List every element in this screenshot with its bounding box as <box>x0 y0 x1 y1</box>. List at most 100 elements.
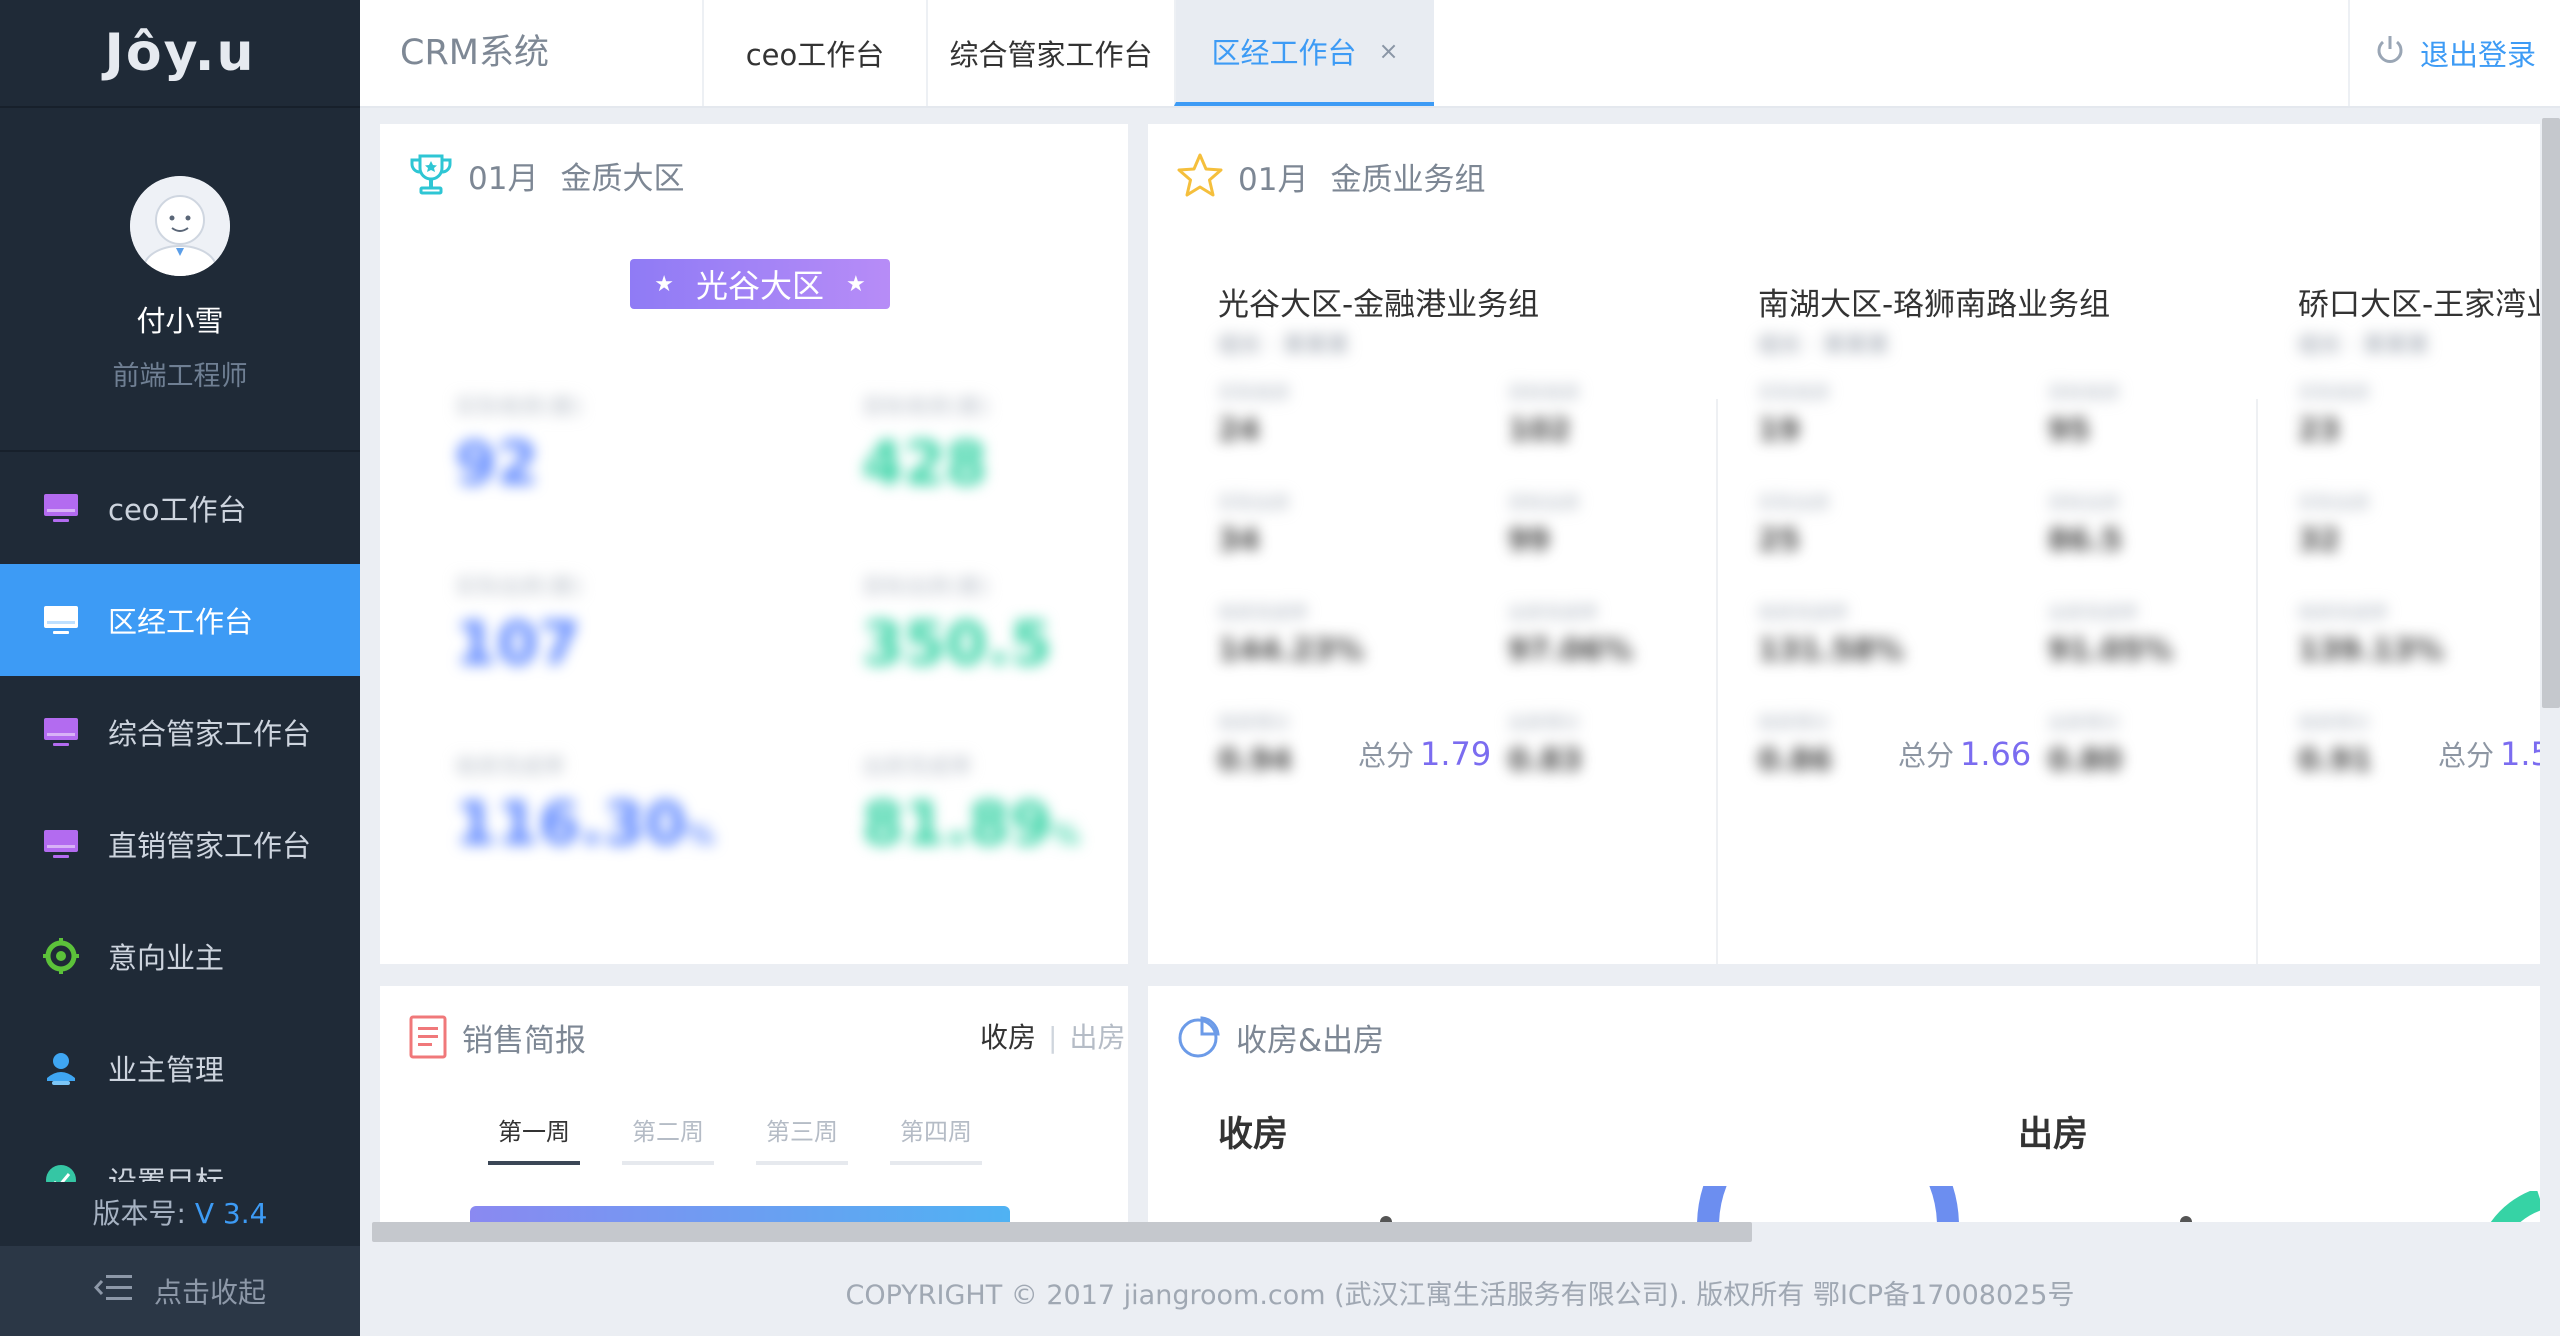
logout-label: 退出登录 <box>2419 38 2536 72</box>
group-cell: 收房完成率 144.23% <box>1218 599 1418 668</box>
rentout-section-title: 出房 <box>2018 1115 2089 1155</box>
card-title-text: 销售简报 <box>462 1022 586 1059</box>
sidebar-item-direct-butler[interactable]: 直销管家工作台 <box>0 788 360 900</box>
toggle-receive[interactable]: 收房 <box>980 1021 1036 1054</box>
tab-week-1[interactable]: 第一周 <box>488 1112 580 1165</box>
cell-label: 实际收房 <box>1758 383 1830 404</box>
group-total: 总分 1.79 <box>1358 734 1491 774</box>
cell-label: 出房得分 <box>2048 713 2120 734</box>
sidebar-item-label: 直销管家工作台 <box>108 829 312 863</box>
card-title: 销售简报 <box>408 1014 586 1060</box>
copyright-text: COPYRIGHT © 2017 jiangroom.com (武汉江寓生活服务… <box>845 1279 2075 1311</box>
stat-target-in: 目标收房(套) 428 <box>862 389 989 499</box>
sidebar-item-label: 设置目标 <box>108 1165 225 1182</box>
cell-label: 收房得分 <box>1758 713 1830 734</box>
user-avatar[interactable] <box>130 176 230 276</box>
cell-label: 收房完成率 <box>1758 603 1848 624</box>
cell-label: 出房完成率 <box>2048 603 2138 624</box>
sidebar-item-owner-manage[interactable]: 业主管理 <box>0 1012 360 1124</box>
stat-value: 81.89 <box>862 789 1052 859</box>
stat-label: 收房完成率 <box>455 755 566 780</box>
group-cell: 实际出房 32 <box>2298 489 2498 558</box>
card-title-text: 金质大区 <box>560 160 685 197</box>
tab-week-3[interactable]: 第三周 <box>756 1112 848 1165</box>
cell-value: 139.13% <box>2298 633 2444 668</box>
sidebar-item-district[interactable]: 区经工作台 <box>0 564 360 676</box>
close-icon[interactable]: × <box>1378 37 1398 65</box>
group-total: 总分 1.66 <box>1898 734 2031 774</box>
stat-actual-in: 实际收房(套) 92 <box>455 389 582 499</box>
sidebar-item-set-goal[interactable]: 设置目标 <box>0 1124 360 1182</box>
group-column: 光谷大区-金融港业务组 组长 · 某某某 实际收房 24 目标收房 102 实际出房… <box>1218 279 1758 778</box>
cell-value: 34 <box>1218 523 1260 558</box>
column-divider <box>2256 399 2258 964</box>
tab-general-butler[interactable]: 综合管家工作台 <box>926 0 1174 106</box>
sidebar-item-general-butler[interactable]: 综合管家工作台 <box>0 676 360 788</box>
sidebar: Jôy.u 付小雪 前端工程师 ceo工作台 区经工作台 综合管家工作台 直销管… <box>0 0 360 1336</box>
monitor-icon <box>42 713 80 751</box>
group-cell: 目标收房 95 <box>2048 379 2248 448</box>
group-cell: 实际出房 34 <box>1218 489 1418 558</box>
tab-week-2[interactable]: 第二周 <box>622 1112 714 1165</box>
app-logo[interactable]: Jôy.u <box>0 0 360 108</box>
group-cell: 实际收房 19 <box>1758 379 1958 448</box>
tab-label: 综合管家工作台 <box>949 38 1153 72</box>
group-name: 硚口大区-王家湾业务组 <box>2298 287 2540 323</box>
column-divider <box>1716 399 1718 964</box>
stat-actual-out: 实际出房(套) 107 <box>455 569 582 679</box>
group-column: 硚口大区-王家湾业务组 组长 · 某某某 实际收房 23 实际出房 32 收房完成率… <box>2298 279 2540 778</box>
stat-value: 350.5 <box>862 609 1052 679</box>
stat-unit: % <box>686 818 715 851</box>
cell-value: 102 <box>1508 413 1571 448</box>
sidebar-item-ceo[interactable]: ceo工作台 <box>0 452 360 564</box>
cell-label: 收房完成率 <box>1218 603 1308 624</box>
gold-group-card: 01月 金质业务组 光谷大区-金融港业务组 组长 · 某某某 实际收房 24 目标… <box>1148 124 2540 964</box>
cell-label: 实际出房 <box>1758 493 1830 514</box>
stat-label: 目标收房(套) <box>862 395 990 420</box>
cell-label: 收房得分 <box>2298 713 2370 734</box>
horizontal-scrollbar[interactable] <box>372 1222 1752 1242</box>
stat-label: 实际收房(套) <box>455 395 583 420</box>
report-toggle: 收房 | 出房 <box>980 1016 1125 1056</box>
tab-district[interactable]: 区经工作台 × <box>1174 0 1434 106</box>
trophy-icon <box>408 152 454 198</box>
stat-out-rate: 出房完成率 81.89% <box>862 749 1080 859</box>
top-bar: CRM系统 ceo工作台 综合管家工作台 区经工作台 × 退出登录 <box>360 0 2560 108</box>
vertical-scrollbar[interactable] <box>2542 118 2560 708</box>
footer: COPYRIGHT © 2017 jiangroom.com (武汉江寓生活服务… <box>360 1248 2560 1336</box>
group-cell: 出房得分 0.83 <box>1508 709 1708 778</box>
badge-label: 光谷大区 <box>695 267 824 305</box>
sidebar-item-label: 意向业主 <box>108 941 225 975</box>
tab-week-4[interactable]: 第四周 <box>890 1112 982 1165</box>
stat-label: 目标出房(套) <box>862 575 990 600</box>
stat-in-rate: 收房完成率 116.30% <box>455 749 715 859</box>
stat-value: 92 <box>455 429 539 499</box>
month-label: 01月 <box>468 160 539 197</box>
cell-value: 25 <box>1758 523 1800 558</box>
total-label: 总分 <box>1358 739 1415 772</box>
collapse-sidebar-button[interactable]: 点击收起 <box>0 1246 360 1336</box>
sidebar-menu: ceo工作台 区经工作台 综合管家工作台 直销管家工作台 意向业主 业主管理 设… <box>0 452 360 1182</box>
card-title: 01月 金质大区 <box>408 152 684 198</box>
sidebar-item-label: 区经工作台 <box>108 605 254 639</box>
card-title: 收房&出房 <box>1176 1014 1384 1060</box>
logout-button[interactable]: 退出登录 <box>2348 0 2560 106</box>
cell-value: 23 <box>2298 413 2340 448</box>
stat-value: 107 <box>455 609 581 679</box>
tab-label: 区经工作台 <box>1211 36 1357 70</box>
group-cell: 目标收房 102 <box>1508 379 1708 448</box>
cell-value: 91.05% <box>2048 633 2173 668</box>
toggle-rent-out[interactable]: 出房 <box>1069 1021 1125 1054</box>
group-cell: 目标出房 99 <box>1508 489 1708 558</box>
stat-label: 实际出房(套) <box>455 575 583 600</box>
cell-value: 144.23% <box>1218 633 1364 668</box>
total-label: 总分 <box>1898 739 1955 772</box>
tab-label: ceo工作台 <box>745 38 885 72</box>
region-badge: ★ 光谷大区 ★ <box>630 259 890 309</box>
sidebar-item-intent-owner[interactable]: 意向业主 <box>0 900 360 1012</box>
cell-value: 95 <box>2048 413 2090 448</box>
monitor-icon <box>42 601 80 639</box>
cell-label: 目标收房 <box>2048 383 2120 404</box>
tab-ceo[interactable]: ceo工作台 <box>702 0 926 106</box>
cell-label: 实际出房 <box>1218 493 1290 514</box>
